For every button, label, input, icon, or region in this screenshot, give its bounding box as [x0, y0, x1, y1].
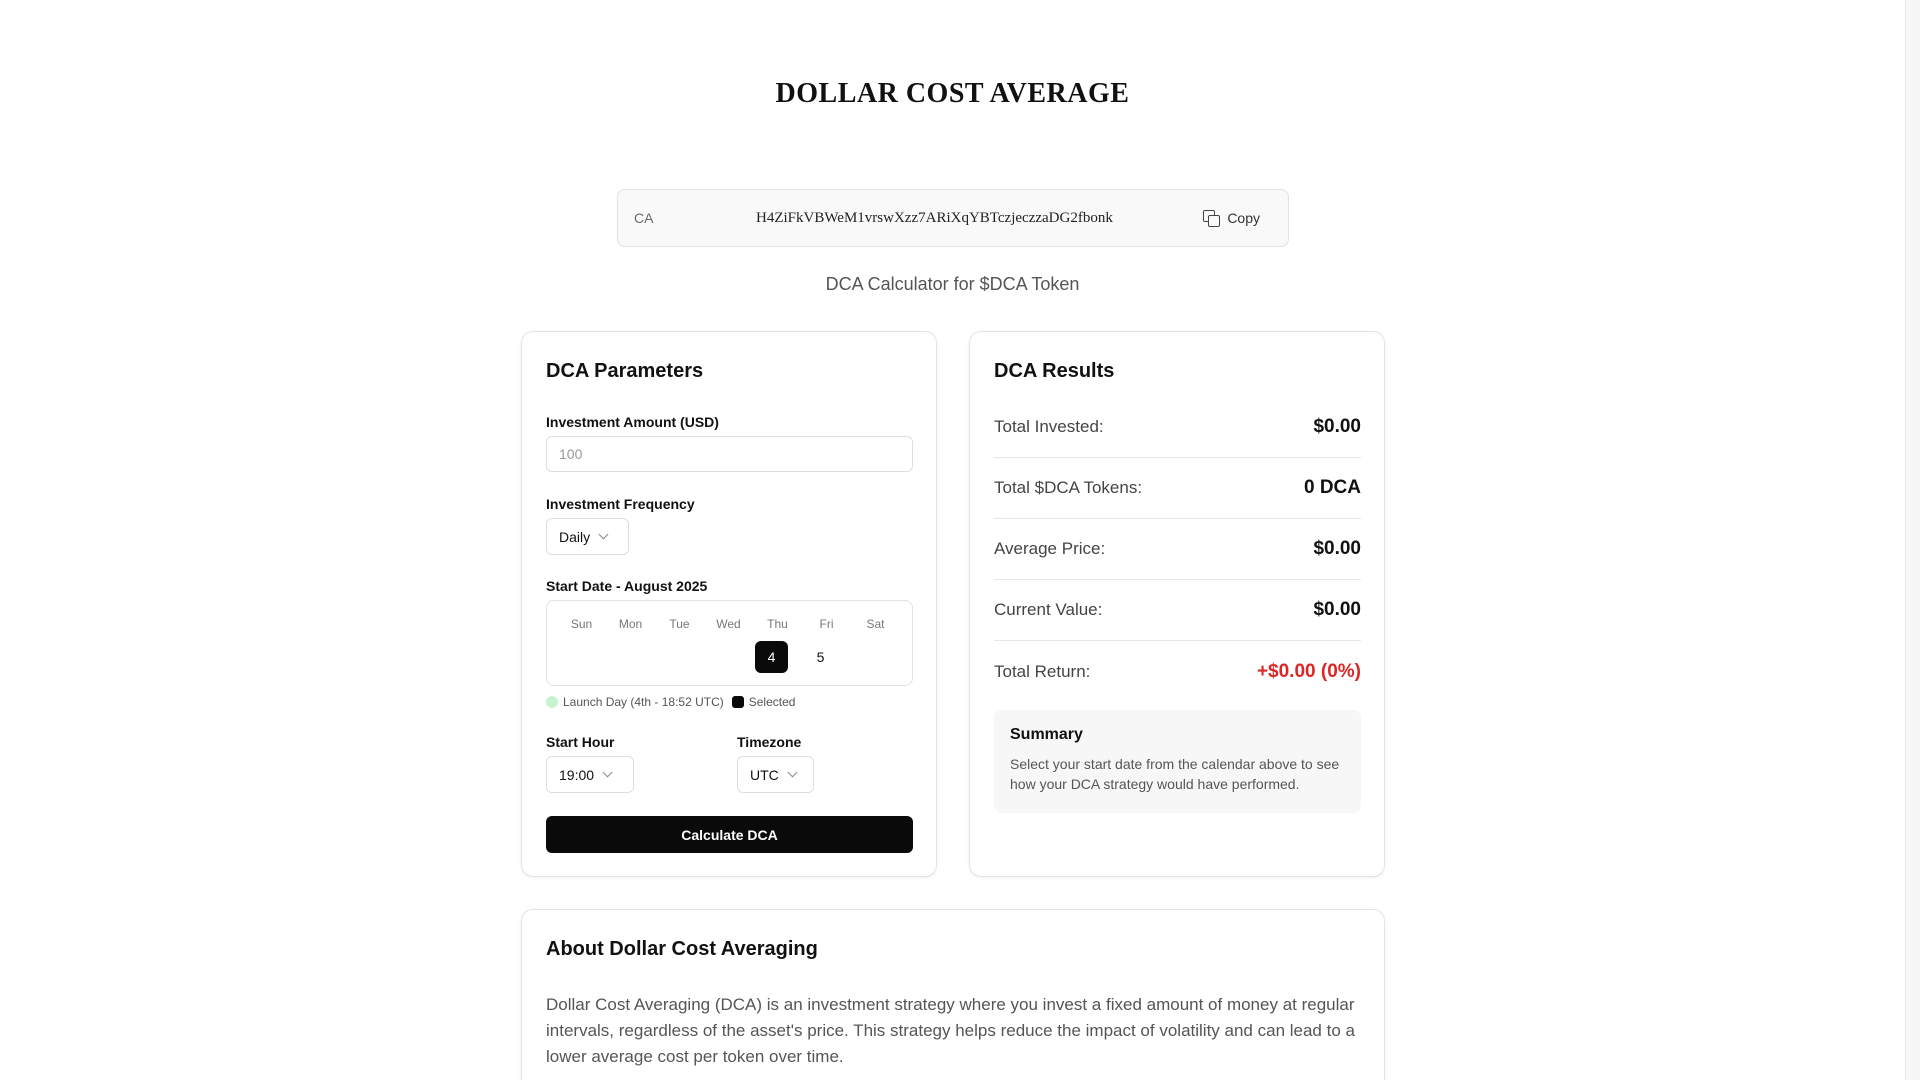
frequency-label: Investment Frequency: [546, 496, 695, 512]
launch-day-swatch: [546, 696, 558, 708]
calendar-day-5[interactable]: 5: [804, 641, 837, 673]
copy-button-label: Copy: [1227, 210, 1260, 226]
frequency-value: Daily: [559, 528, 591, 545]
result-value: $0.00: [1313, 599, 1361, 620]
weekday-thu: Thu: [767, 617, 788, 631]
copy-icon: [1203, 210, 1221, 227]
selected-legend: Selected: [748, 695, 796, 709]
result-label: Current Value:: [994, 600, 1103, 619]
about-title: About Dollar Cost Averaging: [546, 938, 818, 960]
calendar-legend: Launch Day (4th - 18:52 UTC) Selected: [546, 695, 795, 709]
weekday-mon: Mon: [618, 617, 643, 631]
result-label: Total Invested:: [994, 417, 1104, 436]
parameters-title: DCA Parameters: [546, 360, 704, 382]
investment-amount-placeholder: 100: [559, 446, 583, 462]
result-row-total-return: Total Return: +$0.00 (0%): [994, 641, 1361, 702]
page-subtitle: DCA Calculator for $DCA Token: [825, 274, 1080, 294]
result-value: $0.00: [1313, 538, 1361, 559]
start-hour-label: Start Hour: [546, 734, 615, 750]
chevron-down-icon: [602, 767, 613, 778]
calendar-day-4[interactable]: 4: [755, 641, 788, 673]
start-date-calendar: Sun Mon Tue Wed Thu Fri Sat 4 5: [546, 600, 913, 686]
summary-title: Summary: [1010, 726, 1083, 743]
start-hour-select[interactable]: 19:00: [546, 756, 634, 793]
investment-amount-input[interactable]: 100: [546, 436, 913, 472]
contract-address-value: H4ZiFkVBWeM1vrswXzz7ARiXqYBTczjeczzaDG2f…: [756, 209, 1113, 226]
weekday-wed: Wed: [716, 617, 741, 631]
contract-address-label: CA: [634, 210, 654, 226]
timezone-select[interactable]: UTC: [737, 756, 814, 793]
chevron-down-icon: [598, 529, 609, 540]
about-dca-card: About Dollar Cost Averaging Dollar Cost …: [521, 909, 1385, 1080]
start-hour-value: 19:00: [559, 766, 595, 783]
result-value: $0.00: [1313, 416, 1361, 437]
result-label: Total $DCA Tokens:: [994, 478, 1143, 497]
result-row-average-price: Average Price: $0.00: [994, 519, 1361, 580]
summary-box: Summary Select your start date from the …: [994, 710, 1361, 813]
timezone-label: Timezone: [737, 734, 802, 750]
results-title: DCA Results: [994, 360, 1115, 382]
summary-text: Select your start date from the calendar…: [1010, 756, 1340, 792]
result-value: 0 DCA: [1303, 477, 1361, 498]
result-label: Average Price:: [994, 539, 1106, 558]
calculate-dca-button[interactable]: Calculate DCA: [546, 816, 913, 853]
dca-parameters-card: DCA Parameters Investment Amount (USD) 1…: [521, 331, 937, 877]
amount-label: Investment Amount (USD): [546, 414, 719, 430]
weekday-fri: Fri: [819, 617, 834, 631]
launch-day-legend: Launch Day (4th - 18:52 UTC): [563, 695, 724, 709]
contract-address-box: CA H4ZiFkVBWeM1vrswXzz7ARiXqYBTczjeczzaD…: [617, 189, 1289, 247]
result-value-return: +$0.00 (0%): [1256, 660, 1361, 682]
page-scrollbar[interactable]: [1905, 0, 1920, 1080]
about-text: Dollar Cost Averaging (DCA) is an invest…: [546, 995, 1355, 1066]
weekday-sat: Sat: [866, 617, 885, 631]
start-date-label: Start Date - August 2025: [546, 578, 708, 594]
result-row-total-invested: Total Invested: $0.00: [994, 397, 1361, 458]
weekday-sun: Sun: [570, 617, 593, 631]
copy-button[interactable]: Copy: [1191, 201, 1272, 235]
page-title: DOLLAR COST AVERAGE: [775, 78, 1130, 109]
dca-results-card: DCA Results Total Invested: $0.00 Total …: [969, 331, 1385, 877]
timezone-value: UTC: [750, 766, 779, 783]
chevron-down-icon: [787, 767, 798, 778]
result-row-total-tokens: Total $DCA Tokens: 0 DCA: [994, 458, 1361, 519]
weekday-tue: Tue: [669, 617, 690, 631]
selected-swatch: [731, 696, 744, 708]
result-label: Total Return:: [994, 661, 1091, 681]
frequency-select[interactable]: Daily: [546, 518, 629, 555]
result-row-current-value: Current Value: $0.00: [994, 580, 1361, 641]
